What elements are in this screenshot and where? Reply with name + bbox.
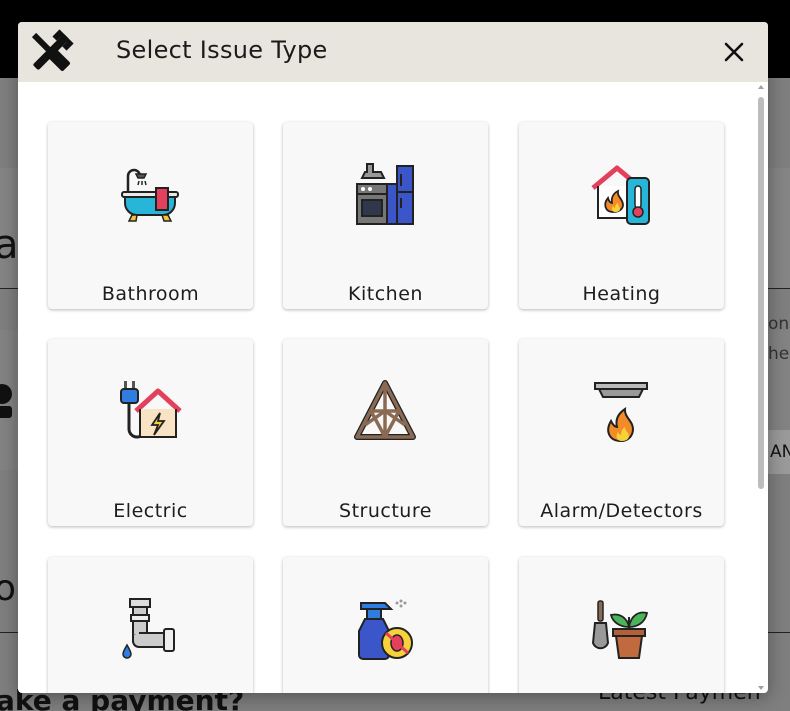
issue-card-electric[interactable]: Electric (48, 339, 253, 526)
alarm-detector-icon (589, 379, 653, 443)
issue-card-plumbing[interactable] (48, 557, 253, 693)
issue-card-structure[interactable]: Structure (283, 339, 488, 526)
background-text: a (0, 222, 19, 268)
issue-card-label: Bathroom (101, 283, 200, 305)
background-button: AN (768, 430, 790, 474)
select-issue-type-modal: Select Issue Type Bathroom Kitchen Heati… (18, 22, 768, 693)
issue-card-kitchen[interactable]: Kitchen (283, 122, 488, 309)
scrollbar-thumb[interactable] (758, 97, 764, 489)
scroll-down-arrow[interactable] (758, 686, 764, 690)
background-text: on (768, 314, 790, 334)
electric-icon (118, 379, 182, 443)
pest-control-icon (353, 597, 417, 661)
tools-icon (23, 24, 79, 80)
scroll-up-arrow[interactable] (758, 85, 764, 89)
issue-card-label: Structure (339, 500, 432, 522)
garden-icon (589, 597, 653, 661)
issue-type-grid: Bathroom Kitchen Heating Electric Struct… (18, 82, 768, 693)
structure-icon (353, 379, 417, 443)
modal-title: Select Issue Type (116, 36, 328, 64)
issue-card-heating[interactable]: Heating (519, 122, 724, 309)
issue-card-label: Kitchen (348, 283, 423, 305)
bathtub-icon (118, 162, 182, 226)
close-button[interactable] (720, 38, 748, 66)
heating-icon (589, 162, 653, 226)
issue-card-label: Electric (113, 500, 188, 522)
modal-header: Select Issue Type (18, 22, 768, 82)
plumbing-icon (118, 597, 182, 661)
kitchen-icon (353, 162, 417, 226)
issue-card-pest-control[interactable] (283, 557, 488, 693)
issue-card-garden[interactable] (519, 557, 724, 693)
issue-card-label: Alarm/Detectors (540, 500, 703, 522)
issue-card-alarm-detectors[interactable]: Alarm/Detectors (519, 339, 724, 526)
issue-card-label: Heating (582, 283, 661, 305)
background-icon (0, 380, 14, 420)
close-icon (724, 42, 744, 62)
issue-card-bathroom[interactable]: Bathroom (48, 122, 253, 309)
background-text: he (768, 344, 790, 364)
background-text: AN (770, 442, 790, 462)
